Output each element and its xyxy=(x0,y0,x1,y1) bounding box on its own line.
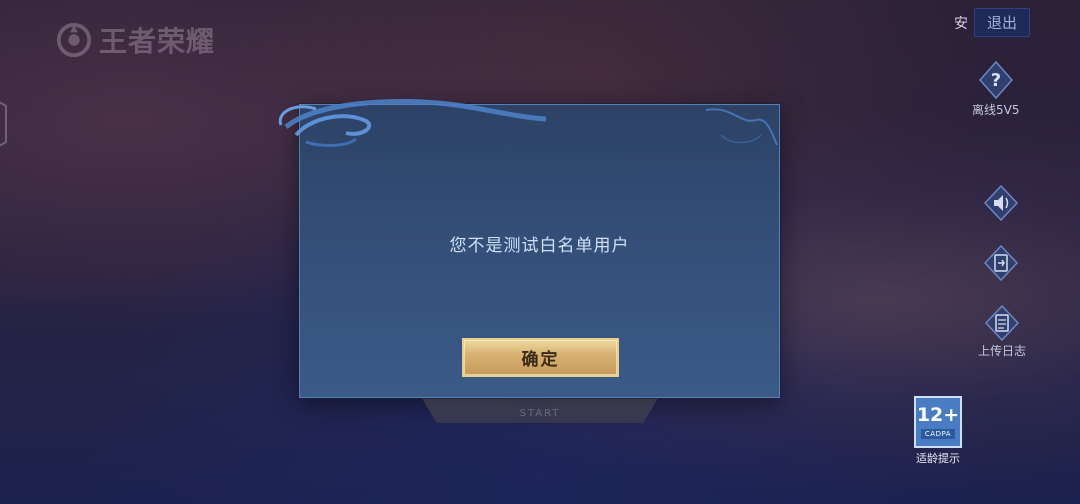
exit-button[interactable]: 退出 xyxy=(973,8,1030,37)
age-rating-badge: 12+ CADPA 适龄提示 xyxy=(912,396,964,466)
account-switch-icon xyxy=(983,245,1019,281)
game-logo: 王者荣耀 xyxy=(55,20,215,60)
sound-toggle-button[interactable] xyxy=(983,185,1019,221)
help-offline-5v5-button[interactable]: ? 离线5V5 xyxy=(972,60,1019,118)
svg-text:?: ? xyxy=(991,70,1001,91)
logo-emblem-icon xyxy=(56,22,92,58)
cloud-swirl-decoration-icon xyxy=(278,98,547,147)
left-edge-hex-icon xyxy=(0,101,7,147)
safe-label: 安 xyxy=(953,15,968,32)
cloud-swirl-right-decoration-icon xyxy=(705,108,778,146)
age-rating-org: CADPA xyxy=(920,429,956,439)
start-game-button[interactable]: START xyxy=(420,395,660,423)
whitelist-error-dialog: 您不是测试白名单用户 确定 xyxy=(278,98,780,398)
help-label: 离线5V5 xyxy=(972,103,1020,117)
age-rating-caption: 适龄提示 xyxy=(916,452,960,465)
log-document-icon xyxy=(984,305,1020,341)
upload-log-label: 上传日志 xyxy=(978,344,1027,358)
upload-log-button[interactable]: 上传日志 xyxy=(978,305,1026,359)
speaker-icon xyxy=(983,185,1019,221)
logo-text: 王者荣耀 xyxy=(99,25,216,58)
start-label: START xyxy=(519,408,561,419)
question-icon: ? xyxy=(978,60,1013,100)
confirm-button[interactable]: 确定 xyxy=(462,338,619,377)
dialog-message: 您不是测试白名单用户 xyxy=(449,236,630,256)
top-right-controls: 安 退出 xyxy=(954,8,1030,37)
switch-account-button[interactable] xyxy=(983,245,1019,281)
age-rating-box: 12+ CADPA xyxy=(914,396,962,448)
game-login-screen: 王者荣耀 安 退出 ? 离线5V5 上传日志 START 12+ CADPA 适… xyxy=(0,0,1080,504)
age-rating-number: 12+ xyxy=(916,404,960,426)
